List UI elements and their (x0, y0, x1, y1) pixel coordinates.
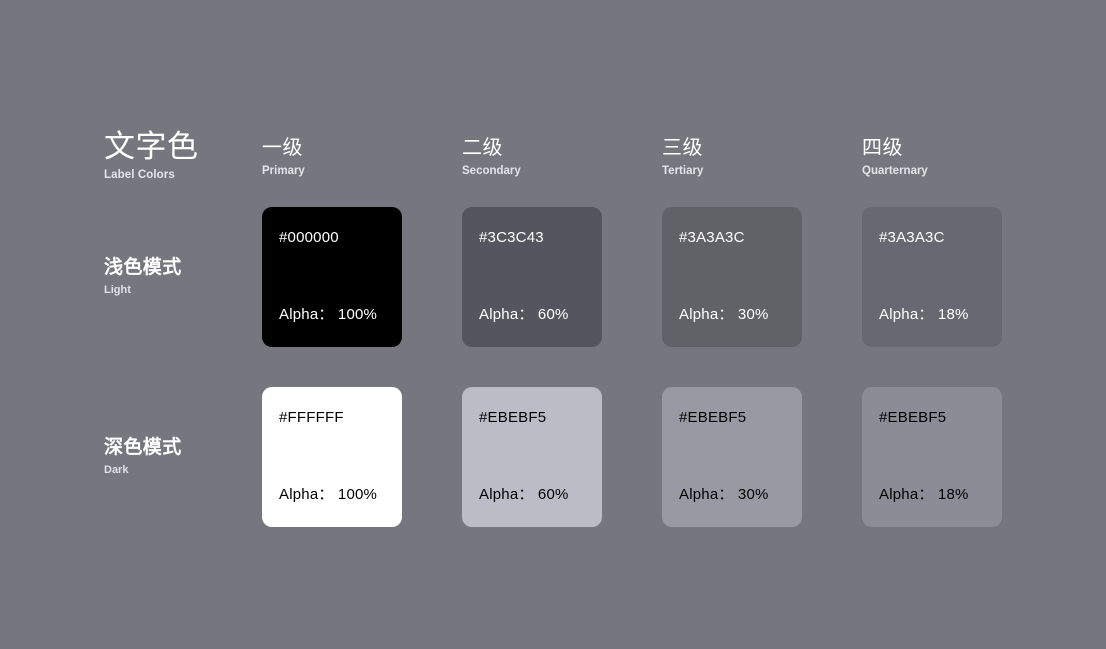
swatch-dark-tertiary[interactable]: #EBEBF5 Alpha： 30% (662, 387, 802, 527)
swatch-alpha-value: Alpha： 100% (279, 306, 378, 323)
row-label-dark: 深色模式 Dark (104, 437, 254, 477)
swatch-light-quarternary[interactable]: #3A3A3C Alpha： 18% (862, 207, 1002, 347)
swatch-hex-value: #FFFFFF (279, 409, 344, 426)
page-title-zh: 文字色 (104, 129, 199, 164)
swatch-hex-value: #3A3A3C (679, 229, 745, 246)
column-header-en: Quarternary (862, 165, 928, 177)
swatch-alpha-value: Alpha： 30% (679, 486, 769, 503)
swatch-alpha-value: Alpha： 18% (879, 486, 969, 503)
column-header-en: Tertiary (662, 165, 704, 177)
swatch-alpha-value: Alpha： 60% (479, 486, 569, 503)
column-header-quarternary: 四级 Quarternary (862, 136, 928, 178)
swatch-alpha-value: Alpha： 30% (679, 306, 769, 323)
column-header-secondary: 二级 Secondary (462, 136, 521, 178)
swatch-light-primary[interactable]: #000000 Alpha： 100% (262, 207, 402, 347)
swatch-alpha-value: Alpha： 18% (879, 306, 969, 323)
column-header-tertiary: 三级 Tertiary (662, 136, 703, 178)
swatch-hex-value: #3A3A3C (879, 229, 945, 246)
swatch-dark-quarternary[interactable]: #EBEBF5 Alpha： 18% (862, 387, 1002, 527)
column-header-en: Secondary (462, 165, 521, 177)
column-header-primary: 一级 Primary (262, 136, 305, 178)
column-header-en: Primary (262, 165, 305, 177)
column-header-zh: 三级 (662, 137, 703, 159)
swatch-hex-value: #3C3C43 (479, 229, 544, 246)
color-spec-board: 文字色 Label Colors 一级 Primary 二级 Secondary… (0, 0, 1106, 649)
swatch-hex-value: #000000 (279, 229, 339, 246)
column-header-zh: 二级 (462, 137, 503, 159)
swatch-dark-secondary[interactable]: #EBEBF5 Alpha： 60% (462, 387, 602, 527)
page-title-en: Label Colors (104, 169, 175, 181)
swatch-hex-value: #EBEBF5 (679, 409, 747, 426)
row-label-light: 浅色模式 Light (104, 257, 254, 297)
page-title: 文字色 Label Colors (104, 130, 254, 182)
row-label-zh: 浅色模式 (104, 257, 182, 278)
swatch-light-secondary[interactable]: #3C3C43 Alpha： 60% (462, 207, 602, 347)
row-label-zh: 深色模式 (104, 437, 182, 458)
swatch-dark-primary[interactable]: #FFFFFF Alpha： 100% (262, 387, 402, 527)
swatch-light-tertiary[interactable]: #3A3A3C Alpha： 30% (662, 207, 802, 347)
swatch-alpha-value: Alpha： 100% (279, 486, 378, 503)
swatch-hex-value: #EBEBF5 (879, 409, 947, 426)
row-label-en: Light (104, 284, 131, 296)
column-header-zh: 四级 (862, 137, 903, 159)
swatch-hex-value: #EBEBF5 (479, 409, 547, 426)
swatch-alpha-value: Alpha： 60% (479, 306, 569, 323)
row-label-en: Dark (104, 464, 129, 476)
column-header-zh: 一级 (262, 137, 303, 159)
